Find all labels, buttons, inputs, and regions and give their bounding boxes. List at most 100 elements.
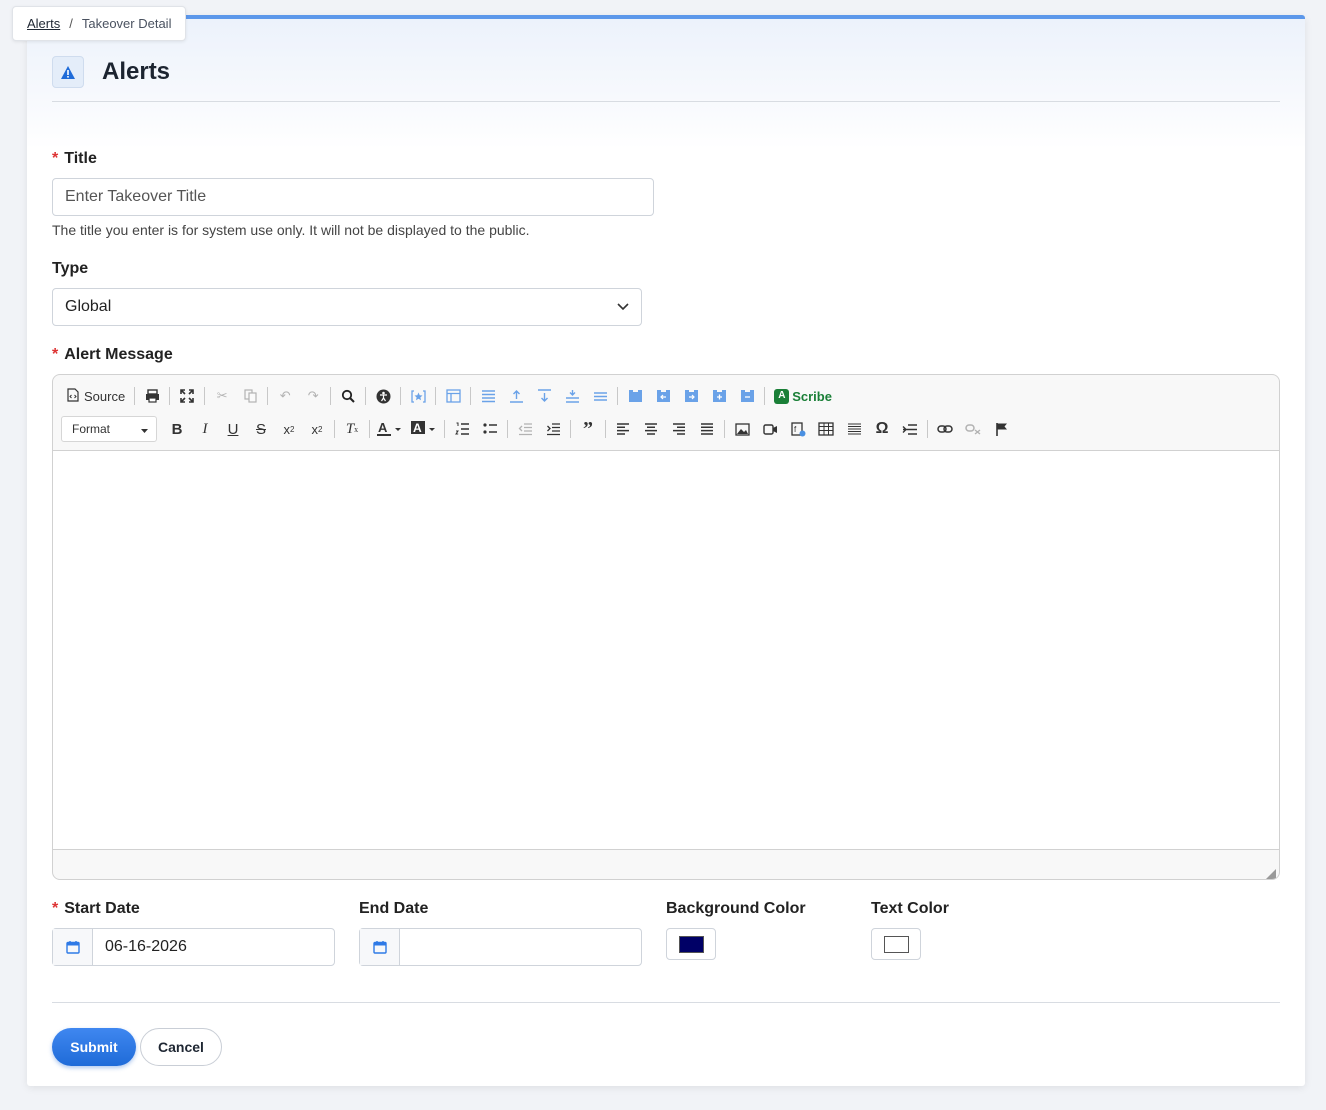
toolbar-separator [134, 387, 136, 405]
justify-icon[interactable] [693, 416, 721, 442]
template-icon[interactable] [439, 383, 467, 409]
horizontal-rule-icon[interactable] [840, 416, 868, 442]
video-icon[interactable] [756, 416, 784, 442]
unlink-icon[interactable] [959, 416, 987, 442]
page-title: Alerts [102, 58, 171, 85]
bulleted-list-icon[interactable] [476, 416, 504, 442]
background-color-picker[interactable] [666, 928, 716, 960]
copy-icon[interactable] [236, 383, 264, 409]
toolbar-separator [267, 387, 269, 405]
submit-button[interactable]: Submit [52, 1028, 136, 1066]
cancel-button[interactable]: Cancel [140, 1028, 222, 1066]
embed-icon[interactable]: f [784, 416, 812, 442]
source-icon [67, 387, 79, 405]
source-button[interactable]: Source [61, 383, 131, 409]
paragraph-layout-icon[interactable] [474, 383, 502, 409]
blockquote-icon[interactable]: ” [574, 416, 602, 442]
background-color-label: Background Color [666, 900, 806, 917]
svg-text:f: f [794, 425, 797, 434]
align-left-icon[interactable] [609, 416, 637, 442]
chevron-down-icon [617, 298, 629, 316]
cut-icon[interactable]: ✂ [208, 383, 236, 409]
resize-handle-icon[interactable] [1266, 866, 1276, 879]
find-icon[interactable] [334, 383, 362, 409]
start-date-field[interactable]: 06-16-2026 [52, 928, 335, 966]
end-date-field[interactable] [359, 928, 642, 966]
format-select[interactable]: Format [61, 416, 157, 442]
editor-toolbar-row-1: Source ✂ ↶ ↷ A Scribe [61, 382, 838, 410]
toolbar-separator [400, 387, 402, 405]
editor-content-area[interactable] [53, 450, 1279, 850]
calendar-icon[interactable] [53, 929, 93, 965]
type-select[interactable]: Global [52, 288, 642, 326]
block-right-icon[interactable] [677, 383, 705, 409]
format-select-label: Format [72, 422, 111, 436]
caret-down-icon [141, 422, 148, 436]
anchor-flag-icon[interactable] [987, 416, 1015, 442]
start-date-label: * Start Date [52, 900, 140, 918]
undo-icon[interactable]: ↶ [271, 383, 299, 409]
type-label: Type [52, 260, 89, 277]
text-color-icon[interactable]: A [373, 416, 407, 442]
insert-after-icon[interactable] [530, 383, 558, 409]
merge-icon[interactable] [586, 383, 614, 409]
scribe-label: Scribe [792, 388, 832, 404]
form-card: Alerts * Title The title you enter is for… [27, 15, 1305, 1086]
toolbar-separator [507, 420, 508, 438]
remove-format-icon[interactable]: Tx [338, 416, 366, 442]
calendar-icon[interactable] [360, 929, 400, 965]
toolbar-separator [365, 387, 367, 405]
end-date-input[interactable] [400, 929, 641, 965]
split-icon[interactable] [558, 383, 586, 409]
superscript-icon[interactable]: x2 [303, 416, 331, 442]
page-header: Alerts [52, 56, 170, 88]
required-mark: * [52, 900, 59, 917]
page-break-icon[interactable] [896, 416, 924, 442]
rich-text-editor: Source ✂ ↶ ↷ A Scribe Format B I U S x 2… [52, 374, 1280, 880]
block-left-icon[interactable] [649, 383, 677, 409]
toolbar-separator [444, 420, 445, 438]
print-icon[interactable] [138, 383, 166, 409]
background-color-swatch [678, 935, 704, 953]
block-remove-icon[interactable] [733, 383, 761, 409]
indent-icon[interactable] [539, 416, 567, 442]
block-icon[interactable] [621, 383, 649, 409]
accessibility-icon[interactable] [369, 383, 397, 409]
text-color-picker[interactable] [871, 928, 921, 960]
subscript-icon[interactable]: x2 [275, 416, 303, 442]
underline-icon[interactable]: U [219, 416, 247, 442]
breadcrumb-alerts-link[interactable]: Alerts [27, 16, 60, 31]
warning-icon [52, 56, 84, 88]
header-divider [52, 101, 1280, 102]
scribe-button[interactable]: Scribe [768, 383, 838, 409]
svg-text:A: A [413, 421, 422, 435]
image-icon[interactable] [728, 416, 756, 442]
numbered-list-icon[interactable] [448, 416, 476, 442]
breadcrumb-current: Takeover Detail [81, 16, 172, 31]
start-date-label-text: Start Date [64, 900, 140, 917]
insert-before-icon[interactable] [502, 383, 530, 409]
start-date-input[interactable]: 06-16-2026 [93, 929, 334, 965]
title-label: * Title [52, 150, 97, 168]
breadcrumb-separator: / [69, 16, 73, 31]
title-input[interactable] [52, 178, 654, 216]
block-add-icon[interactable] [705, 383, 733, 409]
italic-icon[interactable]: I [191, 416, 219, 442]
alert-message-label: * Alert Message [52, 346, 173, 364]
table-icon[interactable] [812, 416, 840, 442]
toolbar-separator [617, 387, 619, 405]
maximize-icon[interactable] [173, 383, 201, 409]
outdent-icon[interactable] [511, 416, 539, 442]
background-color-icon[interactable]: A [407, 416, 441, 442]
svg-text:A: A [378, 421, 388, 435]
redo-icon[interactable]: ↷ [299, 383, 327, 409]
align-center-icon[interactable] [637, 416, 665, 442]
bold-icon[interactable]: B [163, 416, 191, 442]
placeholder-icon[interactable] [404, 383, 432, 409]
align-right-icon[interactable] [665, 416, 693, 442]
breadcrumb: Alerts / Takeover Detail [12, 6, 187, 41]
strikethrough-icon[interactable]: S [247, 416, 275, 442]
link-icon[interactable] [931, 416, 959, 442]
special-character-icon[interactable]: Ω [868, 416, 896, 442]
toolbar-separator [169, 387, 171, 405]
